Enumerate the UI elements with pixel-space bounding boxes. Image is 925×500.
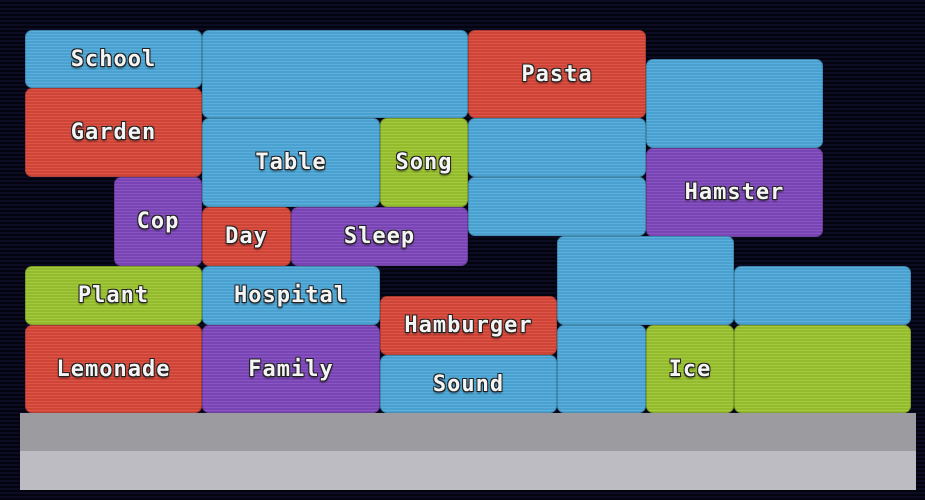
block-blank[interactable]	[734, 266, 911, 325]
block-table[interactable]: Table	[202, 118, 380, 207]
block-family[interactable]: Family	[202, 325, 380, 413]
block-label: Hamster	[684, 180, 785, 205]
block-garden[interactable]: Garden	[25, 88, 202, 177]
block-label: Table	[255, 150, 327, 175]
block-label: Day	[225, 224, 268, 249]
block-blank[interactable]	[557, 236, 734, 325]
block-label: Sleep	[343, 224, 416, 249]
block-lemonade[interactable]: Lemonade	[25, 325, 202, 413]
block-label: Family	[248, 356, 334, 382]
block-blank[interactable]	[202, 30, 468, 118]
block-hamster[interactable]: Hamster	[646, 148, 823, 237]
block-label: Cop	[136, 209, 180, 234]
block-hamburger[interactable]: Hamburger	[380, 296, 557, 355]
block-sound[interactable]: Sound	[380, 355, 557, 413]
block-hospital[interactable]: Hospital	[202, 266, 380, 325]
block-song[interactable]: Song	[380, 118, 468, 207]
block-blank[interactable]	[468, 118, 646, 177]
block-pasta[interactable]: Pasta	[468, 30, 646, 118]
block-cop[interactable]: Cop	[114, 177, 202, 266]
block-school[interactable]: School	[25, 30, 202, 88]
block-label: Song	[395, 150, 453, 175]
block-blank[interactable]	[734, 325, 911, 413]
block-plant[interactable]: Plant	[25, 266, 202, 325]
block-label: Hospital	[234, 283, 348, 308]
block-label: Pasta	[521, 61, 593, 87]
ground-top	[20, 413, 916, 451]
block-label: Lemonade	[56, 356, 171, 382]
block-label: Hamburger	[404, 313, 533, 338]
block-blank[interactable]	[557, 325, 646, 413]
block-label: Ice	[668, 356, 712, 382]
block-blank[interactable]	[646, 59, 823, 148]
block-day[interactable]: Day	[202, 207, 291, 266]
block-label: Sound	[432, 371, 505, 397]
block-ice[interactable]: Ice	[646, 325, 734, 413]
block-label: School	[70, 46, 157, 72]
block-sleep[interactable]: Sleep	[291, 207, 468, 266]
ground-bottom	[20, 451, 916, 490]
block-blank[interactable]	[468, 177, 646, 236]
block-label: Garden	[70, 120, 157, 145]
block-label: Plant	[77, 283, 150, 308]
